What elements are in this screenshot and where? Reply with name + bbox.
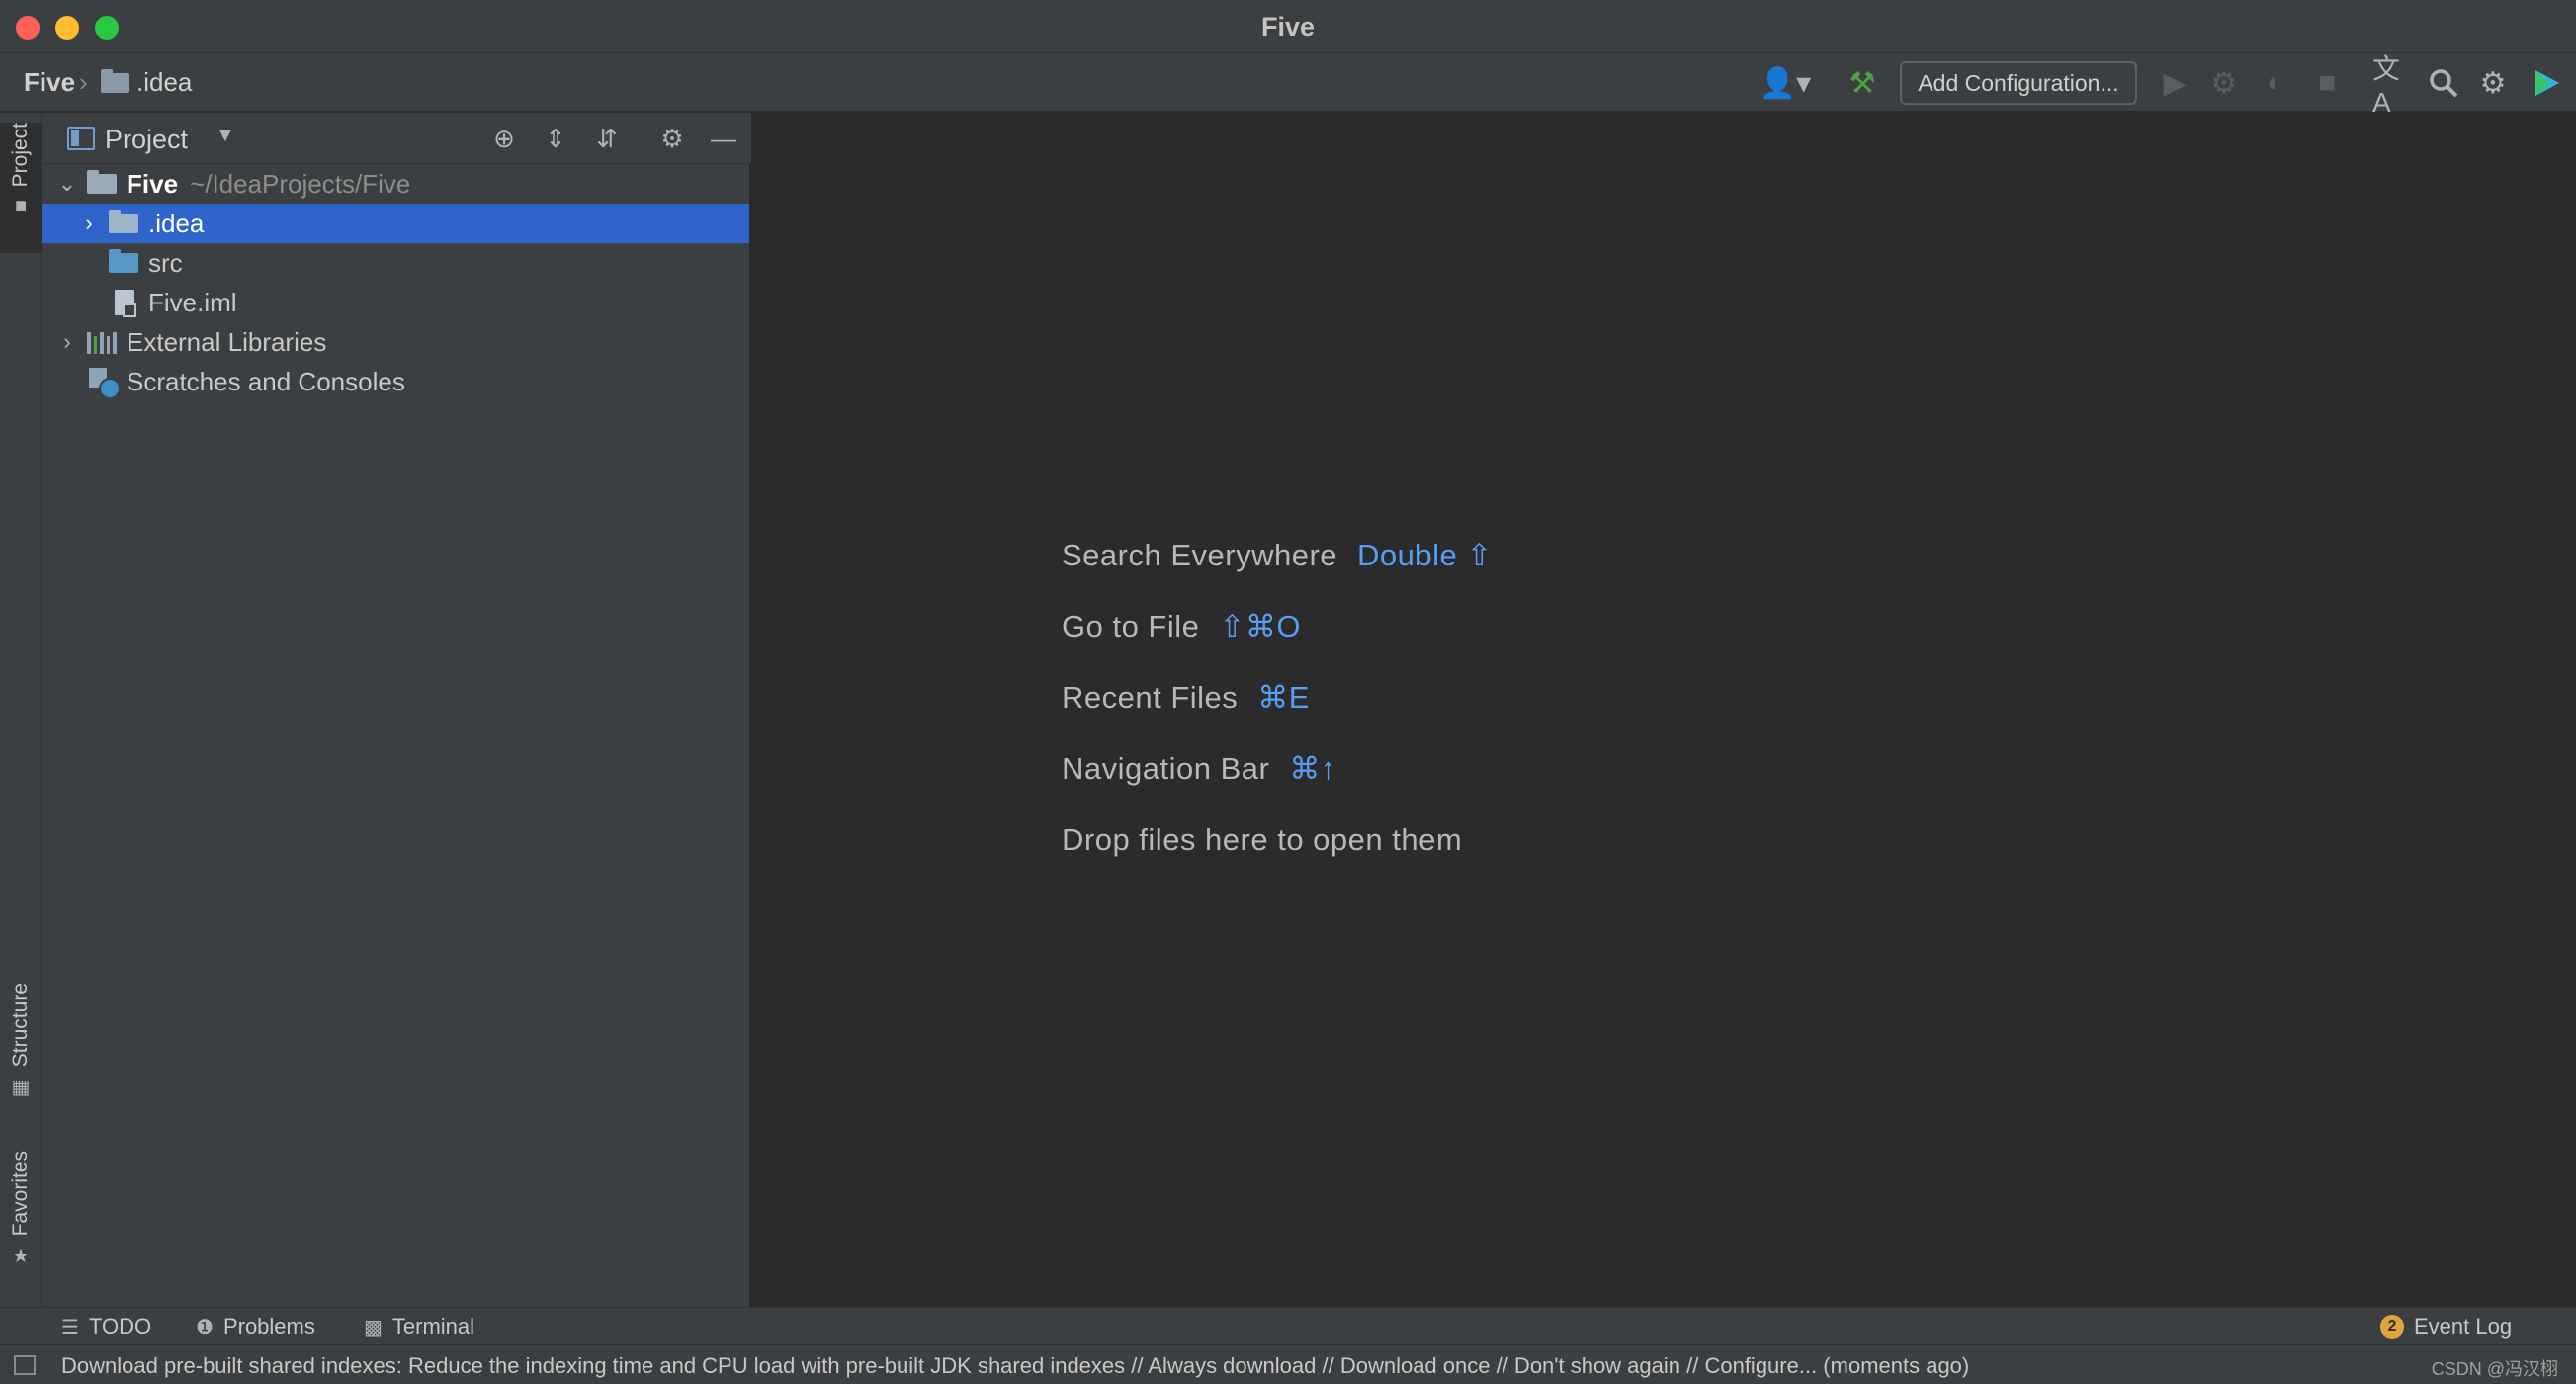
hint-label: Drop files here to open them [1062, 822, 1463, 857]
tree-item-label: .idea [148, 208, 205, 238]
hint-shortcut: Double ⇧ [1357, 538, 1493, 572]
project-panel-header: Project ▼ ⊕ ⇕ ⇵ ⚙ — [42, 113, 751, 164]
hint-search-everywhere: Search Everywhere Double ⇧ [1062, 520, 1493, 591]
hint-label: Go to File [1062, 609, 1200, 644]
tree-item-label: Scratches and Consoles [127, 366, 405, 396]
favorites-tab-label: Favorites [9, 1151, 32, 1237]
tree-item-label: External Libraries [127, 326, 327, 357]
problems-label: Problems [222, 1314, 315, 1339]
event-log-button[interactable]: 2 Event Log [2380, 1314, 2512, 1340]
favorites-tool-tab[interactable]: Favorites ★ [0, 1151, 42, 1299]
folder-icon: ■ [14, 195, 28, 217]
root-path: ~/IdeaProjects/Five [190, 168, 411, 199]
terminal-icon: ▩ [364, 1316, 383, 1339]
title-bar: Five [0, 0, 2576, 53]
project-tab-label: Project [9, 123, 32, 188]
build-hammer-icon[interactable]: ⚒ [1843, 63, 1882, 103]
hint-go-to-file: Go to File ⇧⌘O [1062, 591, 1493, 662]
root-name: Five [127, 168, 179, 199]
tree-row-scratches[interactable]: Scratches and Consoles [42, 362, 749, 401]
toolbox-icon[interactable] [2527, 63, 2566, 103]
hint-navigation-bar: Navigation Bar ⌘↑ [1062, 734, 1493, 805]
event-count-badge: 2 [2380, 1315, 2404, 1339]
project-tool-tab[interactable]: Project ■ [0, 123, 42, 253]
hint-label: Navigation Bar [1062, 751, 1270, 786]
source-folder-icon [109, 249, 138, 273]
event-log-label: Event Log [2414, 1314, 2513, 1339]
breadcrumb-separator: › [79, 67, 88, 97]
run-with-coverage-icon[interactable]: ◐ [2256, 63, 2295, 103]
project-view-icon [67, 127, 95, 150]
user-icon[interactable]: 👤▾ [1756, 63, 1815, 103]
gear-icon[interactable]: ⚙ [654, 121, 690, 156]
chevron-down-icon[interactable]: ▼ [215, 125, 235, 147]
tree-item-label: Five.iml [148, 287, 237, 317]
left-tool-strip: Project ■ Structure ▦ Favorites ★ [0, 113, 42, 1307]
hint-shortcut: ⌘E [1257, 680, 1310, 715]
editor-empty-area[interactable]: Search Everywhere Double ⇧ Go to File ⇧⌘… [753, 113, 2576, 1307]
folder-icon [109, 210, 138, 233]
problems-tool-button[interactable]: ❶ Problems [196, 1314, 315, 1340]
stop-icon[interactable]: ■ [2307, 63, 2347, 103]
terminal-label: Terminal [391, 1314, 475, 1339]
toggle-tool-windows-icon[interactable] [14, 1355, 36, 1375]
hint-label: Search Everywhere [1062, 538, 1338, 572]
hint-drop-files: Drop files here to open them [1062, 805, 1493, 876]
tree-item-label: src [148, 247, 183, 278]
window-title: Five [1260, 12, 1316, 42]
navigation-bar: Five › .idea 👤▾ ⚒ Add Configuration... ▶… [0, 53, 2576, 118]
project-tree: ⌄ Five ~/IdeaProjects/Five › .idea src Fi… [42, 164, 749, 401]
run-icon[interactable]: ▶ [2155, 63, 2194, 103]
chevron-right-icon[interactable]: › [77, 211, 101, 236]
minimize-panel-icon[interactable]: — [706, 121, 741, 156]
tree-row-idea[interactable]: › .idea [42, 204, 749, 243]
tree-row-external-libraries[interactable]: › External Libraries [42, 322, 749, 362]
structure-icon: ▦ [11, 1077, 31, 1099]
scratches-icon [89, 368, 121, 399]
tree-row-project-root[interactable]: ⌄ Five ~/IdeaProjects/Five [42, 164, 749, 204]
status-bar: Download pre-built shared indexes: Reduc… [0, 1344, 2576, 1384]
tree-root-label: Five ~/IdeaProjects/Five [127, 169, 410, 200]
editor-hints: Search Everywhere Double ⇧ Go to File ⇧⌘… [1062, 520, 1493, 876]
bottom-tool-bar: ☰ TODO ❶ Problems ▩ Terminal 2 Event Log [0, 1307, 2576, 1344]
collapse-all-icon[interactable]: ⇵ [589, 121, 625, 156]
structure-tool-tab[interactable]: Structure ▦ [0, 983, 42, 1121]
project-panel-title[interactable]: Project [105, 125, 188, 155]
debug-icon[interactable]: ⚙ [2204, 63, 2244, 103]
module-folder-icon [87, 170, 117, 194]
info-icon: ❶ [196, 1316, 214, 1339]
tree-row-src[interactable]: src [42, 243, 749, 283]
todo-label: TODO [88, 1314, 152, 1339]
library-icon [87, 330, 117, 354]
folder-icon [101, 69, 129, 93]
breadcrumb-folder[interactable]: .idea [136, 67, 192, 98]
tree-row-iml[interactable]: Five.iml [42, 283, 749, 322]
hint-recent-files: Recent Files ⌘E [1062, 662, 1493, 734]
breadcrumb-project[interactable]: Five [24, 67, 75, 98]
terminal-tool-button[interactable]: ▩ Terminal [364, 1314, 474, 1340]
list-icon: ☰ [61, 1316, 79, 1339]
settings-gear-icon[interactable]: ⚙ [2473, 63, 2513, 103]
status-message[interactable]: Download pre-built shared indexes: Reduc… [61, 1353, 1969, 1379]
hint-shortcut: ⌘↑ [1289, 751, 1336, 786]
todo-tool-button[interactable]: ☰ TODO [61, 1314, 151, 1340]
hint-shortcut: ⇧⌘O [1219, 609, 1301, 644]
module-file-icon [115, 290, 136, 317]
search-icon[interactable] [2424, 63, 2463, 103]
chevron-right-icon[interactable]: › [55, 329, 79, 355]
expand-all-icon[interactable]: ⇕ [538, 121, 573, 156]
watermark-credit: CSDN @冯汉栩 [2431, 1359, 2558, 1379]
project-panel: Project ▼ ⊕ ⇕ ⇵ ⚙ — ⌄ Five ~/IdeaProjects… [42, 113, 751, 1307]
chevron-down-icon[interactable]: ⌄ [55, 171, 79, 197]
star-icon: ★ [12, 1246, 30, 1268]
locate-target-icon[interactable]: ⊕ [486, 121, 522, 156]
add-configuration-button[interactable]: Add Configuration... [1900, 61, 2137, 105]
translate-icon[interactable]: 文A [2372, 53, 2412, 118]
hint-label: Recent Files [1062, 680, 1239, 715]
structure-tab-label: Structure [9, 983, 32, 1068]
